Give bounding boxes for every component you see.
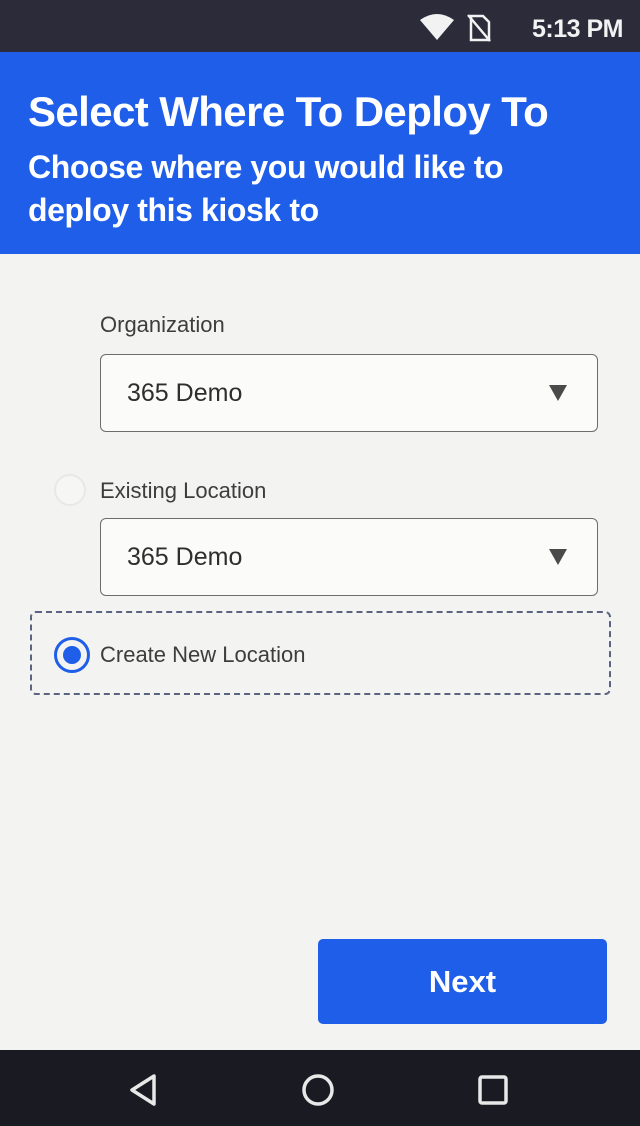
existing-location-radio[interactable]	[54, 474, 86, 506]
organization-select[interactable]: 365 Demo	[100, 354, 598, 432]
next-button[interactable]: Next	[318, 939, 607, 1024]
page-header: Select Where To Deploy To Choose where y…	[0, 52, 640, 254]
radio-selected-dot	[63, 646, 81, 664]
existing-location-select[interactable]: 365 Demo	[100, 518, 598, 596]
recents-icon[interactable]	[475, 1072, 511, 1108]
page-subtitle: Choose where you would like to deploy th…	[28, 149, 504, 228]
dropdown-arrow-icon	[549, 385, 567, 401]
status-bar: 5:13 PM	[0, 0, 640, 52]
existing-location-label: Existing Location	[100, 478, 267, 503]
existing-location-selected-value: 365 Demo	[127, 543, 243, 571]
back-icon[interactable]	[126, 1072, 162, 1108]
navigation-bar	[0, 1050, 640, 1126]
create-new-location-radio[interactable]	[54, 637, 90, 673]
dropdown-arrow-icon	[549, 549, 567, 565]
wifi-icon	[420, 14, 454, 40]
page-title: Select Where To Deploy To	[28, 88, 549, 135]
home-icon[interactable]	[300, 1072, 336, 1108]
clock: 5:13 PM	[532, 15, 623, 43]
organization-selected-value: 365 Demo	[127, 379, 243, 407]
no-sim-icon	[467, 14, 491, 42]
create-new-location-label: Create New Location	[100, 642, 306, 667]
deploy-form: Organization 365 Demo Existing Location …	[0, 254, 640, 1050]
organization-label: Organization	[100, 312, 225, 337]
create-new-location-option[interactable]: Create New Location	[30, 611, 611, 695]
